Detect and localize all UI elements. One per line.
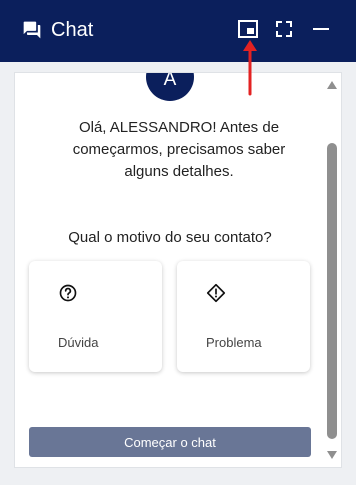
chat-panel: A Olá, ALESSANDRO! Antes de começarmos, … [14,72,342,468]
option-label: Problema [206,335,262,350]
picture-in-picture-button[interactable] [237,18,259,40]
scroll-up-arrow-icon[interactable] [327,81,337,89]
option-label: Dúvida [58,335,99,350]
scrollbar-thumb[interactable] [327,143,337,439]
chat-bubbles-icon [23,21,41,39]
option-duvida-card[interactable]: Dúvida [29,261,162,372]
red-arrow-annotation-icon [243,40,257,96]
question-circle-icon [59,284,77,302]
scrollbar[interactable] [323,73,341,467]
avatar: A [146,73,194,101]
fullscreen-button[interactable] [273,18,295,40]
contact-reason-question: Qual o motivo do seu contato? [68,229,272,246]
header-title: Chat [51,19,94,41]
start-chat-button[interactable]: Começar o chat [29,427,311,457]
picture-in-picture-icon [238,20,258,38]
alert-diamond-icon [206,283,226,303]
option-problema-card[interactable]: Problema [177,261,310,372]
chat-header: Chat [0,0,356,62]
minimize-icon [313,28,329,30]
minimize-button[interactable] [310,18,332,40]
fullscreen-icon [276,21,292,37]
greeting-message: Olá, ALESSANDRO! Antes de começarmos, pr… [72,119,286,180]
scroll-down-arrow-icon[interactable] [327,451,337,459]
